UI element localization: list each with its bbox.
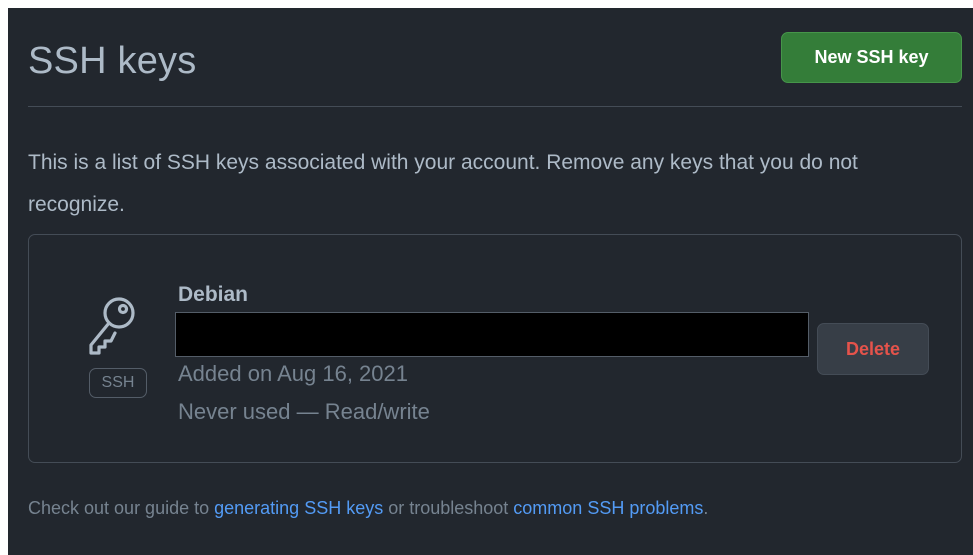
new-ssh-key-button[interactable]: New SSH key (781, 32, 962, 83)
common-ssh-problems-link[interactable]: common SSH problems (513, 498, 703, 518)
ssh-keys-panel: SSH keys New SSH key This is a list of S… (8, 8, 973, 555)
footer-suffix-text: . (703, 498, 709, 518)
description-text: This is a list of SSH keys associated wi… (28, 151, 858, 216)
ssh-key-item: SSH Debian Added on Aug 16, 2021 Never u… (28, 234, 962, 463)
key-usage-status: Never used — Read/write (178, 399, 430, 424)
key-icon (89, 297, 135, 355)
key-added-date: Added on Aug 16, 2021 (178, 361, 408, 386)
footer-middle-text: or troubleshoot (383, 498, 514, 518)
help-footer: Check out our guide to generating SSH ke… (28, 498, 708, 519)
ssh-type-label: SSH (89, 368, 147, 398)
key-title: Debian (178, 283, 249, 306)
delete-key-button[interactable]: Delete (817, 323, 929, 375)
page-title: SSH keys (28, 40, 197, 82)
footer-prefix-text: Check out our guide to (28, 498, 215, 518)
key-fingerprint-redacted (175, 312, 809, 357)
generating-ssh-keys-link[interactable]: generating SSH keys (214, 498, 383, 518)
page-header: SSH keys New SSH key (28, 8, 962, 107)
